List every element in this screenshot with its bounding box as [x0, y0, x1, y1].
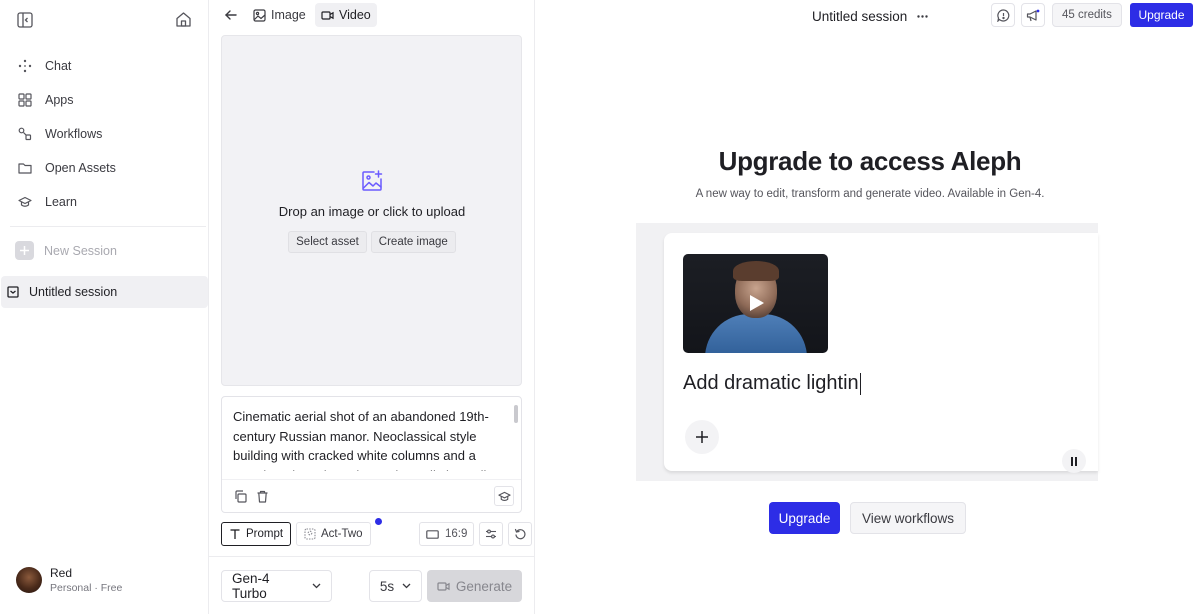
home-icon[interactable] [174, 10, 193, 29]
new-feature-dot [375, 518, 382, 525]
session-icon [7, 286, 19, 298]
announcement-icon[interactable] [1021, 3, 1045, 27]
tab-label: Video [339, 8, 371, 22]
feature-demo: Add dramatic lightin [636, 223, 1098, 481]
generation-footer: Gen-4 Turbo 5s Generate [209, 556, 535, 614]
trash-icon[interactable] [252, 486, 272, 506]
model-select[interactable]: Gen-4 Turbo [221, 570, 332, 602]
folder-icon [18, 161, 32, 175]
act-two-icon [304, 528, 316, 540]
chevron-down-icon [402, 583, 411, 589]
session-label: Untitled session [29, 285, 118, 299]
workflow-icon [18, 127, 32, 141]
sidebar-divider [10, 226, 206, 227]
aspect-ratio-button[interactable]: 16:9 [419, 522, 475, 546]
sidebar-header [0, 0, 208, 40]
prompt-textarea[interactable]: Cinematic aerial shot of an abandoned 19… [233, 407, 508, 471]
image-icon [253, 8, 266, 22]
user-plan: Personal · Free [50, 582, 123, 594]
credits-badge[interactable]: 45 credits [1052, 3, 1122, 27]
demo-prompt-value: Add dramatic lightin [683, 372, 859, 394]
demo-video-thumbnail[interactable] [683, 254, 828, 353]
media-tabs: Image Video [209, 3, 535, 27]
session-title[interactable]: Untitled session [812, 6, 929, 26]
upgrade-header-button[interactable]: Upgrade [1130, 3, 1193, 27]
main-panel: Untitled session 45 credits Upgrade Upgr… [535, 0, 1200, 614]
text-caret [859, 372, 861, 395]
aspect-ratio-value: 16:9 [445, 528, 468, 540]
demo-prompt-text: Add dramatic lightin [683, 372, 861, 395]
prompt-scrollbar[interactable] [514, 405, 518, 423]
sidebar-item-apps[interactable]: Apps [0, 85, 208, 115]
video-icon [321, 9, 334, 22]
sidebar-item-chat[interactable]: Chat [0, 51, 208, 81]
select-asset-button[interactable]: Select asset [288, 231, 367, 253]
feedback-icon[interactable] [991, 3, 1015, 27]
play-icon[interactable] [745, 292, 767, 314]
thumbnail-figure-hair [733, 261, 779, 281]
sidebar-item-open-assets[interactable]: Open Assets [0, 153, 208, 183]
new-session-label: New Session [44, 243, 117, 258]
more-options-icon[interactable] [917, 14, 929, 18]
user-name: Red [50, 566, 73, 580]
settings-sliders-icon[interactable] [479, 522, 503, 546]
add-image-icon [360, 169, 384, 193]
tab-label: Image [271, 8, 306, 22]
prompt-box[interactable]: Cinematic aerial shot of an abandoned 19… [221, 396, 522, 513]
model-value: Gen-4 Turbo [232, 571, 270, 601]
tab-image[interactable]: Image [247, 3, 312, 27]
hero-subtitle: A new way to edit, transform and generat… [695, 188, 1045, 200]
user-profile[interactable]: Red Personal · Free [16, 566, 122, 594]
sidebar: Chat Apps Workflows Open Assets Learn Ne… [0, 0, 209, 614]
act-two-button[interactable]: Act-Two [296, 522, 371, 546]
sidebar-item-learn[interactable]: Learn [0, 187, 208, 217]
view-workflows-button[interactable]: View workflows [850, 502, 966, 534]
create-image-button[interactable]: Create image [370, 231, 456, 253]
session-title-text: Untitled session [812, 8, 908, 24]
sidebar-item-label: Chat [45, 59, 72, 73]
graduation-cap-icon [18, 195, 32, 209]
sidebar-item-label: Open Assets [45, 161, 116, 175]
sidebar-item-workflows[interactable]: Workflows [0, 119, 208, 149]
pause-icon[interactable] [1062, 449, 1086, 473]
mode-toolbar: Prompt Act-Two 16:9 [221, 518, 532, 546]
new-session-button[interactable]: New Session [15, 241, 117, 260]
generation-panel: Image Video Drop an image or click to up… [209, 0, 535, 614]
sidebar-item-label: Apps [45, 93, 74, 107]
prompt-guide-icon[interactable] [494, 486, 514, 506]
prompt-mode-label: Prompt [246, 528, 284, 540]
avatar [16, 567, 42, 593]
prompt-mode-button[interactable]: Prompt [221, 522, 292, 546]
sidebar-session-item[interactable]: Untitled session [1, 276, 208, 308]
tab-video[interactable]: Video [315, 3, 377, 27]
text-icon [229, 528, 241, 540]
thumbnail-figure-body [705, 314, 807, 353]
sidebar-toggle-icon[interactable] [16, 11, 34, 29]
sparkle-icon [18, 59, 32, 73]
video-icon [437, 580, 450, 593]
prompt-toolbar [222, 479, 521, 512]
upload-instruction: Drop an image or click to upload [278, 204, 466, 219]
hero-title: Upgrade to access Aleph [718, 146, 1022, 176]
back-arrow-icon[interactable] [224, 8, 238, 22]
chevron-down-icon [312, 583, 321, 589]
generate-label: Generate [455, 578, 513, 594]
sidebar-item-label: Workflows [45, 127, 103, 141]
duration-value: 5s [379, 578, 395, 594]
generate-button[interactable]: Generate [427, 570, 522, 602]
grid-icon [18, 93, 32, 107]
image-upload-dropzone[interactable]: Drop an image or click to upload Select … [221, 35, 522, 386]
duration-select[interactable]: 5s [369, 570, 422, 602]
reset-icon[interactable] [508, 522, 532, 546]
aspect-ratio-icon [426, 529, 439, 539]
plus-icon [15, 241, 34, 260]
demo-card: Add dramatic lightin [664, 233, 1098, 473]
copy-icon[interactable] [230, 486, 250, 506]
act-two-label: Act-Two [321, 528, 363, 540]
upload-actions: Select asset Create image [222, 231, 522, 253]
upgrade-button[interactable]: Upgrade [769, 502, 840, 534]
sidebar-item-label: Learn [45, 195, 77, 209]
demo-plus-icon [685, 420, 719, 454]
